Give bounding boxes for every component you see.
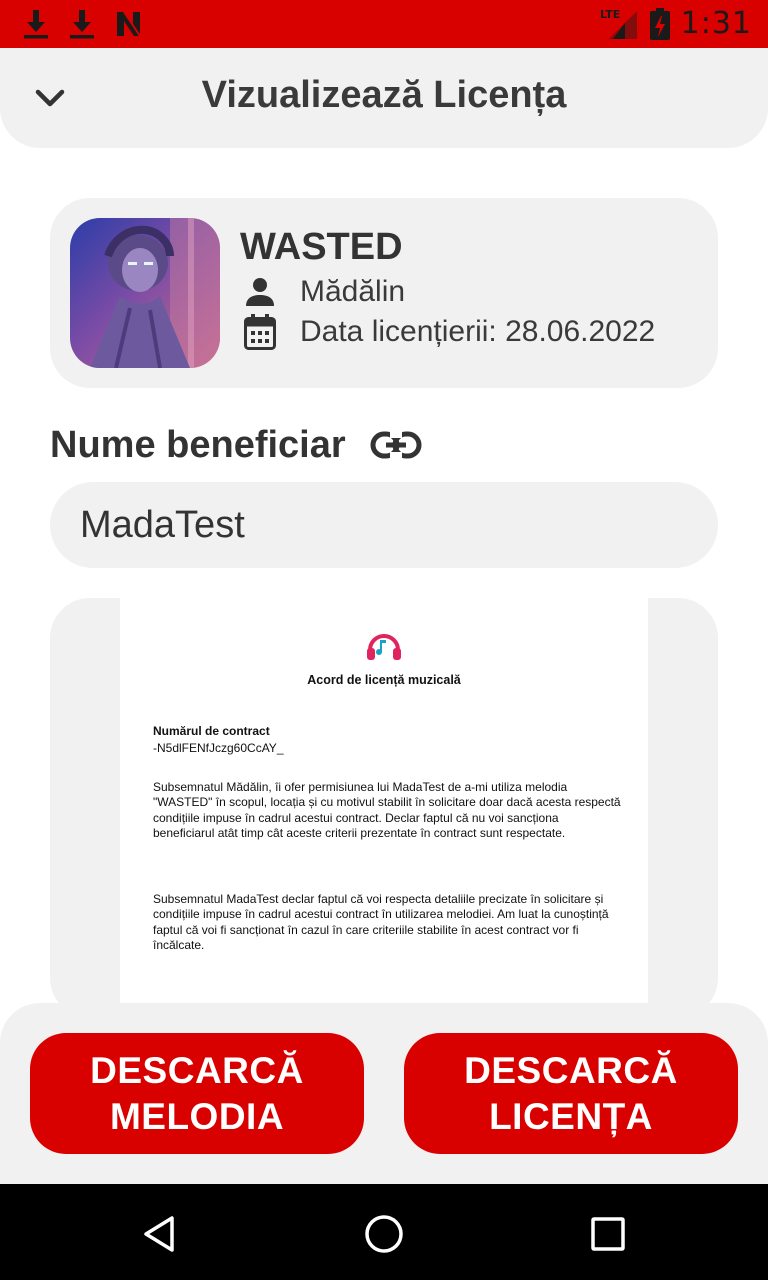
- artist-name: Mădălin: [300, 275, 406, 308]
- bottom-action-panel: DESCARCĂ MELODIA DESCARCĂ LICENȚA: [0, 1003, 768, 1184]
- download-icon: [24, 10, 48, 39]
- track-card: WASTED Mădălin Data licențierii: 28.06.2…: [50, 198, 718, 388]
- download-license-button[interactable]: DESCARCĂ LICENȚA: [404, 1033, 738, 1154]
- signal-icon: LTE: [600, 8, 637, 39]
- beneficiary-value: MadaTest: [80, 504, 245, 546]
- license-date-row: Data licențierii: 28.06.2022: [240, 312, 655, 352]
- download-icon: [70, 10, 94, 39]
- recents-icon[interactable]: [586, 1212, 630, 1256]
- page-title: Vizualizează Licența: [201, 74, 567, 116]
- person-icon: [240, 272, 280, 312]
- calendar-icon: [240, 312, 280, 352]
- download-melody-button[interactable]: DESCARCĂ MELODIA: [30, 1033, 364, 1154]
- track-title: WASTED: [240, 226, 403, 268]
- contract-number: -N5dlFENfJczg60CcAY_: [153, 741, 284, 755]
- screen: LTE 1:31 Vizualizează Licența WASTED Măd…: [0, 0, 768, 1280]
- album-cover: [70, 218, 220, 368]
- status-bar: LTE 1:31: [0, 0, 768, 48]
- document-page: Acord de licență muzicală Numărul de con…: [120, 598, 648, 1018]
- download-license-label-line2: LICENȚA: [489, 1095, 653, 1137]
- headphones-logo-icon: [367, 634, 401, 660]
- navigation-bar: [0, 1184, 768, 1280]
- contract-number-label: Numărul de contract: [153, 724, 270, 738]
- beneficiary-field[interactable]: MadaTest: [50, 482, 718, 568]
- download-melody-label-line1: DESCARCĂ: [90, 1049, 304, 1091]
- network-label: LTE: [600, 8, 620, 21]
- document-title: Acord de licență muzicală: [307, 673, 461, 687]
- artist-row: Mădălin: [240, 272, 405, 312]
- home-icon[interactable]: [362, 1212, 406, 1256]
- link-icon[interactable]: [370, 428, 422, 464]
- header: Vizualizează Licența: [0, 48, 768, 148]
- beneficiary-label: Nume beneficiar: [50, 424, 346, 466]
- license-document-preview[interactable]: Acord de licență muzicală Numărul de con…: [50, 598, 718, 1018]
- battery-charging-icon: [649, 7, 670, 40]
- back-icon[interactable]: [138, 1212, 182, 1256]
- download-license-label-line1: DESCARCĂ: [464, 1049, 678, 1091]
- license-date: Data licențierii: 28.06.2022: [300, 315, 656, 348]
- notification-n-icon: [117, 11, 141, 37]
- document-paragraph: Subsemnatul Mădălin, îi ofer permisiunea…: [153, 780, 621, 840]
- download-melody-label-line2: MELODIA: [109, 1095, 285, 1137]
- status-time: 1:31: [680, 6, 752, 41]
- document-paragraph: Subsemnatul MadaTest declar faptul că vo…: [153, 892, 609, 952]
